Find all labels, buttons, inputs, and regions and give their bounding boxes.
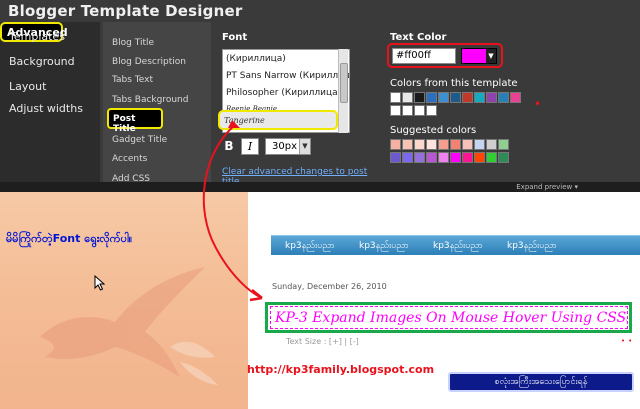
- annotation-dot: •: [534, 97, 542, 111]
- app-title: Blogger Template Designer: [8, 2, 243, 20]
- color-swatch[interactable]: [390, 105, 401, 116]
- color-swatch[interactable]: [438, 152, 449, 163]
- bold-button[interactable]: B: [222, 139, 236, 155]
- font-list-scrollbar[interactable]: [338, 49, 348, 133]
- color-swatch[interactable]: [498, 152, 509, 163]
- color-swatch[interactable]: [426, 92, 437, 103]
- template-colors-row: [390, 92, 521, 103]
- subnav-blog-description[interactable]: Blog Description: [112, 57, 186, 67]
- color-swatch[interactable]: [462, 152, 473, 163]
- color-swatch[interactable]: [402, 139, 413, 150]
- font-size-select[interactable]: 30px ▼: [265, 138, 311, 155]
- nav-layout[interactable]: Layout: [9, 80, 46, 93]
- color-swatch-dropdown[interactable]: ▼: [461, 48, 497, 64]
- color-picker-group: #ff00ff ▼: [387, 43, 503, 68]
- subnav-tabs-background[interactable]: Tabs Background: [112, 95, 188, 105]
- blog-nav-tab[interactable]: kp3နည်းပညာ: [285, 240, 335, 253]
- color-swatch[interactable]: [462, 139, 473, 150]
- mouse-cursor-icon: [94, 275, 106, 291]
- subnav-tabs-text[interactable]: Tabs Text: [112, 75, 153, 85]
- blog-preview: မိမိကြိုက်တဲ့Font ရွေးလိုက်ပါ။ kp3နည်းပည…: [0, 192, 640, 409]
- post-title-highlight: KP-3 Expand Images On Mouse Hover Using …: [265, 302, 632, 333]
- text-size-control[interactable]: Text Size : [+] | [-]: [286, 337, 359, 346]
- nav-background[interactable]: Background: [9, 55, 75, 68]
- suggested-colors-row: [390, 139, 509, 150]
- font-panel: Font (Кириллица) PT Sans Narrow (Кирилли…: [214, 22, 384, 187]
- color-swatch[interactable]: [498, 92, 509, 103]
- color-swatch[interactable]: [402, 152, 413, 163]
- suggested-colors-row: [390, 152, 509, 163]
- post-date: Sunday, December 26, 2010: [272, 282, 387, 291]
- chevron-down-icon: ▼: [486, 49, 496, 63]
- color-swatch[interactable]: [474, 152, 485, 163]
- subnav-gadget-title[interactable]: Gadget Title: [112, 135, 167, 145]
- color-swatch[interactable]: [414, 152, 425, 163]
- color-swatch[interactable]: [450, 92, 461, 103]
- color-swatch[interactable]: [438, 92, 449, 103]
- post-title[interactable]: KP-3 Expand Images On Mouse Hover Using …: [270, 306, 628, 329]
- color-swatch[interactable]: [390, 139, 401, 150]
- advanced-subnav: Blog Title Blog Description Tabs Text Ta…: [103, 22, 211, 187]
- left-nav: Templates Background Layout Adjust width…: [0, 22, 100, 187]
- expand-preview-bar: Expand preview: [0, 182, 640, 192]
- color-swatch[interactable]: [486, 139, 497, 150]
- text-color-heading: Text Color: [390, 32, 447, 43]
- color-hex-input[interactable]: #ff00ff: [392, 48, 456, 64]
- subnav-post-title[interactable]: Post Title: [107, 108, 163, 134]
- subnav-accents[interactable]: Accents: [112, 154, 147, 164]
- color-swatch[interactable]: [414, 105, 425, 116]
- sidebar-background: မိမိကြိုက်တဲ့Font ရွေးလိုက်ပါ။: [0, 192, 248, 409]
- color-swatch[interactable]: [462, 92, 473, 103]
- color-swatch[interactable]: [486, 152, 497, 163]
- hummingbird-image: [40, 267, 218, 385]
- color-swatch[interactable]: [438, 139, 449, 150]
- template-colors-heading: Colors from this template: [390, 78, 518, 89]
- color-swatch[interactable]: [426, 139, 437, 150]
- font-option[interactable]: PT Sans Narrow (Кириллица): [226, 71, 349, 81]
- nav-templates[interactable]: Templates: [9, 30, 65, 43]
- font-option[interactable]: Philosopher (Кириллица): [226, 88, 341, 98]
- color-swatch[interactable]: [426, 152, 437, 163]
- template-designer-panel: Blogger Template Designer Templates Back…: [0, 0, 640, 192]
- nav-adjust-widths[interactable]: Adjust widths: [9, 102, 83, 115]
- template-colors-row: [390, 105, 437, 116]
- color-swatch[interactable]: [450, 139, 461, 150]
- font-option[interactable]: (Кириллица): [226, 54, 286, 64]
- color-swatch[interactable]: [474, 139, 485, 150]
- font-size-toggle-button[interactable]: စလုံးအကြီးအသေးပြောင်းရန်: [448, 372, 634, 392]
- chevron-down-icon: ▼: [299, 139, 310, 154]
- color-swatch[interactable]: [426, 105, 437, 116]
- blog-nav-tab[interactable]: kp3နည်းပညာ: [507, 240, 557, 253]
- font-option-selected[interactable]: Tangerine: [218, 110, 338, 130]
- color-swatch[interactable]: [402, 92, 413, 103]
- color-swatch[interactable]: [450, 152, 461, 163]
- color-swatch[interactable]: [486, 92, 497, 103]
- instruction-caption: မိမိကြိုက်တဲ့Font ရွေးလိုက်ပါ။: [6, 232, 133, 245]
- scrollbar-thumb[interactable]: [340, 63, 348, 103]
- suggested-colors-heading: Suggested colors: [390, 125, 477, 136]
- subnav-blog-title[interactable]: Blog Title: [112, 38, 154, 48]
- color-swatch[interactable]: [498, 139, 509, 150]
- blog-nav-tab[interactable]: kp3နည်းပညာ: [359, 240, 409, 253]
- color-swatch[interactable]: [390, 92, 401, 103]
- color-swatch[interactable]: [414, 139, 425, 150]
- expand-preview-button[interactable]: Expand preview: [516, 182, 578, 192]
- font-heading: Font: [222, 32, 248, 43]
- italic-button[interactable]: I: [241, 138, 259, 155]
- font-size-value: 30px: [272, 141, 297, 152]
- color-swatch[interactable]: [390, 152, 401, 163]
- color-swatch[interactable]: [474, 92, 485, 103]
- color-panel: Text Color #ff00ff ▼ Colors from this te…: [386, 22, 640, 187]
- annotation-dots: ••: [621, 337, 636, 345]
- color-swatch[interactable]: [510, 92, 521, 103]
- site-url: http://kp3family.blogspot.com: [247, 363, 435, 376]
- blog-nav-tab[interactable]: kp3နည်းပညာ: [433, 240, 483, 253]
- blog-nav-tabs: kp3နည်းပညာ kp3နည်းပညာ kp3နည်းပညာ kp3နည်း…: [271, 235, 640, 255]
- color-swatch[interactable]: [414, 92, 425, 103]
- color-swatch[interactable]: [402, 105, 413, 116]
